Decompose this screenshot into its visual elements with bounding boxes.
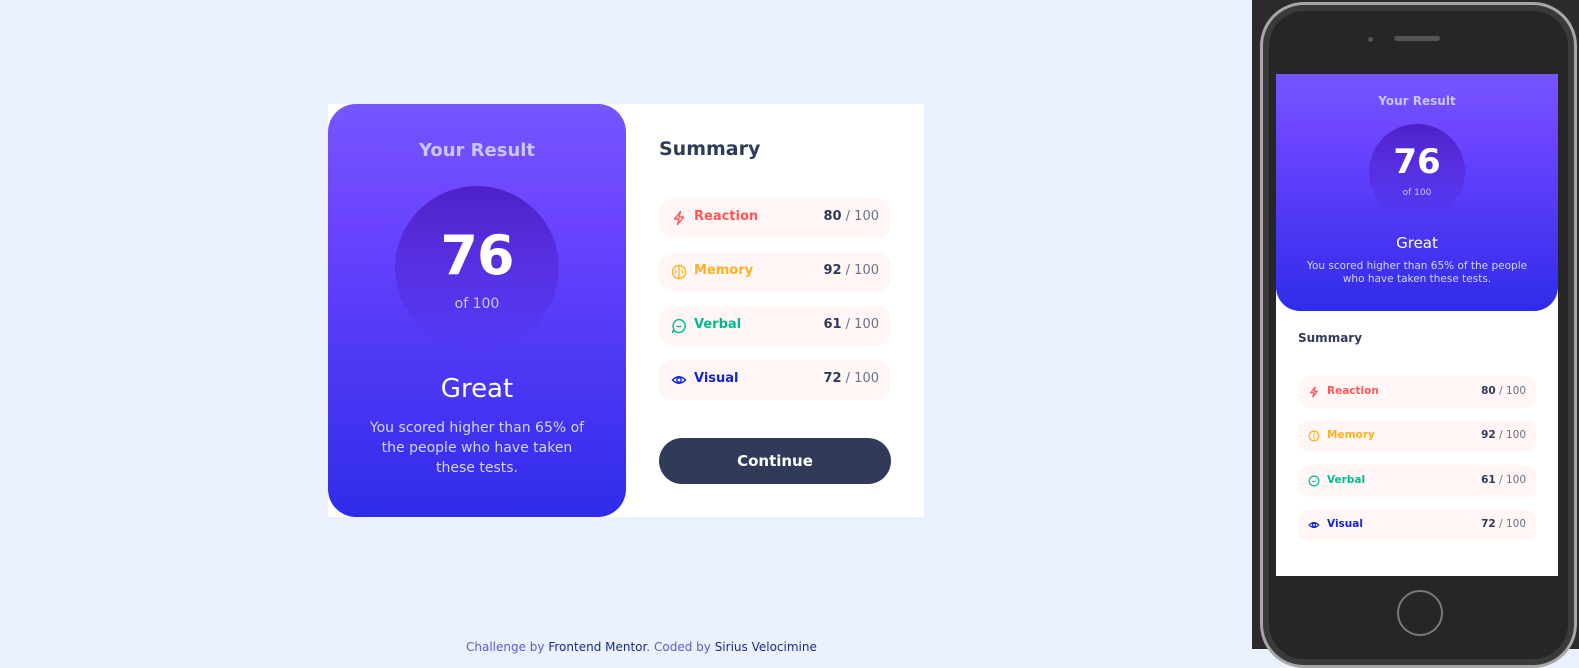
summary-item-label: Visual (694, 371, 739, 386)
summary-item-score: 72 / 100 (1481, 518, 1526, 530)
summary-item-label: Reaction (1327, 385, 1379, 397)
result-title: Your Result (418, 140, 536, 161)
eye-icon (1308, 521, 1320, 529)
summary-item-score: 80 / 100 (823, 209, 879, 224)
score-circle: 76 of 100 (395, 186, 559, 350)
mobile-score-out-of: of 100 (1402, 188, 1432, 198)
continue-button[interactable]: Continue (659, 438, 891, 484)
chat-icon (1308, 475, 1320, 487)
mobile-result-title: Your Result (1378, 94, 1456, 108)
mobile-summary-item-visual: Visual 72 / 100 (1298, 509, 1536, 541)
score-out-of: of 100 (454, 296, 500, 312)
brain-icon (671, 264, 687, 280)
summary-item-label: Memory (1327, 429, 1375, 441)
chat-icon (671, 318, 686, 334)
attribution-footer: Challenge by Frontend Mentor. Coded by S… (466, 640, 817, 654)
eye-icon (671, 376, 687, 384)
mobile-score-circle: 76 of 100 (1369, 124, 1465, 220)
mobile-score-value: 76 (1393, 142, 1441, 182)
summary-item-score: 61 / 100 (823, 317, 879, 332)
phone-screen: Your Result 76 of 100 Great You scored h… (1276, 74, 1558, 576)
brain-icon (1308, 430, 1320, 442)
summary-item-memory: Memory 92 / 100 (659, 252, 891, 292)
frontend-mentor-link[interactable]: Frontend Mentor (548, 640, 646, 654)
lightning-icon (1310, 386, 1318, 398)
results-summary-card: Your Result 76 of 100 Great You scored h… (328, 104, 924, 517)
rating-label: Great (440, 374, 514, 404)
summary-item-verbal: Verbal 61 / 100 (659, 306, 891, 346)
mobile-result-panel: Your Result 76 of 100 Great You scored h… (1276, 74, 1558, 311)
summary-item-score: 80 / 100 (1481, 385, 1526, 397)
summary-title: Summary (659, 138, 761, 160)
lightning-icon (673, 210, 685, 226)
author-link[interactable]: Sirius Velocimine (715, 640, 817, 654)
result-description: You scored higher than 65% of the people… (369, 420, 585, 476)
summary-item-label: Memory (694, 263, 754, 278)
summary-item-label: Reaction (694, 209, 759, 224)
camera-icon (1368, 37, 1373, 42)
summary-item-label: Verbal (694, 317, 742, 332)
mobile-result-description: You scored higher than 65% of the people… (1306, 260, 1528, 285)
summary-item-score: 92 / 100 (823, 263, 879, 278)
mobile-summary-item-memory: Memory 92 / 100 (1298, 420, 1536, 452)
summary-item-label: Verbal (1327, 474, 1366, 486)
summary-item-score: 61 / 100 (1481, 474, 1526, 486)
mobile-summary-item-verbal: Verbal 61 / 100 (1298, 465, 1536, 497)
speaker-grille (1394, 36, 1440, 41)
summary-item-score: 92 / 100 (1481, 429, 1526, 441)
mobile-summary-title: Summary (1298, 331, 1363, 345)
mobile-rating-label: Great (1396, 234, 1438, 252)
summary-item-visual: Visual 72 / 100 (659, 360, 891, 400)
score-value: 76 (440, 224, 514, 287)
home-button[interactable] (1397, 590, 1443, 636)
summary-item-label: Visual (1327, 518, 1363, 530)
mobile-summary-item-reaction: Reaction 80 / 100 (1298, 376, 1536, 408)
summary-item-reaction: Reaction 80 / 100 (659, 198, 891, 238)
summary-item-score: 72 / 100 (823, 371, 879, 386)
result-panel: Your Result 76 of 100 Great You scored h… (328, 104, 626, 517)
